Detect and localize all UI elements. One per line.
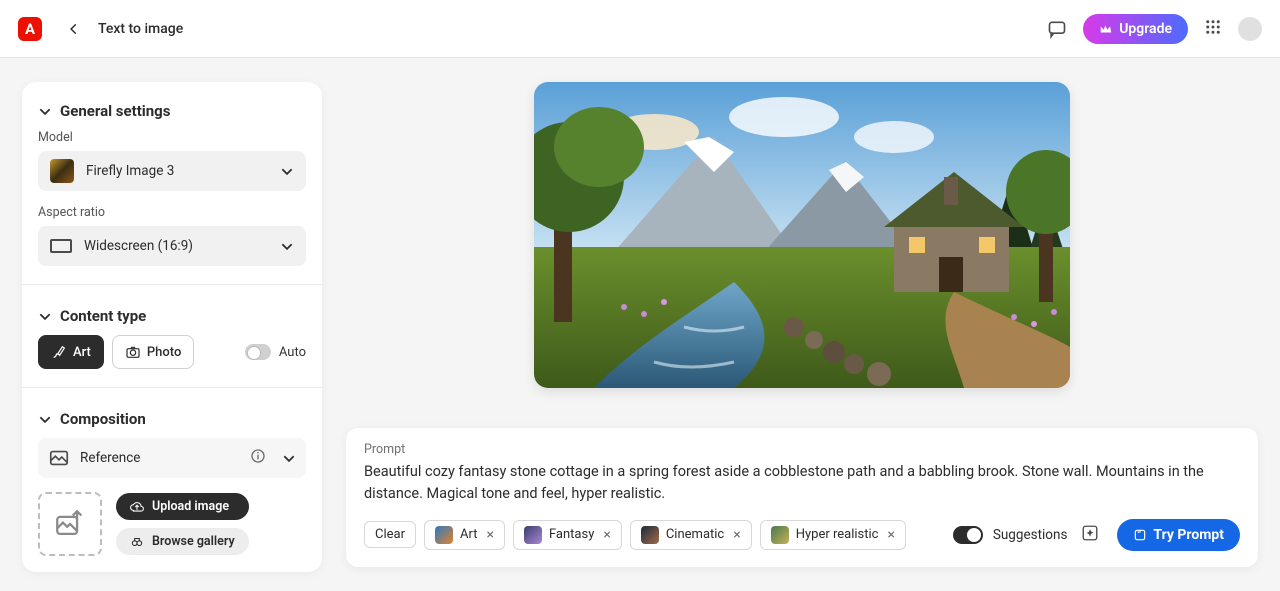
chevron-down-icon — [280, 164, 294, 178]
generated-image[interactable] — [534, 82, 1070, 388]
image-upload-icon — [53, 507, 87, 541]
prompt-label: Prompt — [364, 442, 1240, 457]
close-icon[interactable]: × — [486, 527, 493, 543]
chevron-down-icon — [38, 412, 52, 426]
brush-icon — [51, 344, 67, 360]
photo-chip[interactable]: Photo — [112, 335, 194, 369]
tag-art[interactable]: Art × — [424, 520, 505, 550]
reference-row[interactable]: Reference — [38, 438, 306, 478]
aspect-label: Aspect ratio — [38, 205, 306, 220]
chevron-down-icon — [38, 104, 52, 118]
tag-swatch-icon — [524, 526, 542, 544]
prompt-text[interactable]: Beautiful cozy fantasy stone cottage in … — [364, 461, 1240, 505]
camera-icon — [125, 344, 141, 360]
crown-icon — [1099, 22, 1113, 36]
tag-label: Cinematic — [666, 527, 724, 542]
aspect-select[interactable]: Widescreen (16:9) — [38, 226, 306, 266]
browse-gallery-button[interactable]: Browse gallery — [116, 528, 249, 555]
page-title: Text to image — [98, 21, 183, 37]
close-icon[interactable]: × — [733, 527, 740, 543]
chevron-down-icon — [38, 309, 52, 323]
general-settings-header[interactable]: General settings — [38, 98, 306, 130]
reference-icon — [48, 447, 70, 469]
info-icon — [250, 448, 266, 464]
avatar[interactable] — [1238, 17, 1262, 41]
adobe-logo: A — [18, 17, 42, 41]
tag-label: Art — [460, 527, 477, 542]
clear-label: Clear — [375, 527, 405, 542]
content-type-label: Content type — [60, 307, 146, 325]
back-button[interactable] — [64, 19, 84, 39]
reference-label: Reference — [80, 450, 240, 466]
info-button[interactable] — [250, 448, 266, 468]
apps-grid-button[interactable] — [1204, 18, 1222, 40]
tag-swatch-icon — [771, 526, 789, 544]
close-icon[interactable]: × — [887, 527, 894, 543]
settings-sidebar: General settings Model Firefly Image 3 A… — [22, 82, 322, 572]
suggestions-toggle[interactable] — [953, 526, 983, 544]
main-area: Prompt Beautiful cozy fantasy stone cott… — [346, 82, 1258, 567]
try-prompt-button[interactable]: Try Prompt — [1117, 519, 1240, 551]
browse-gallery-label: Browse gallery — [152, 534, 235, 549]
auto-toggle[interactable] — [245, 344, 271, 360]
binoculars-icon — [130, 535, 144, 549]
tag-cinematic[interactable]: Cinematic × — [630, 520, 752, 550]
chevron-left-icon — [67, 22, 81, 36]
content-type-header[interactable]: Content type — [38, 303, 306, 335]
tag-label: Hyper realistic — [796, 527, 879, 542]
apps-grid-icon — [1204, 18, 1222, 36]
app-header: A Text to image Upgrade — [0, 0, 1280, 58]
upgrade-button[interactable]: Upgrade — [1083, 14, 1188, 44]
comments-button[interactable] — [1041, 13, 1073, 45]
sparkle-box-icon — [1081, 524, 1099, 542]
upload-image-button[interactable]: Upload image — [116, 493, 249, 520]
auto-label: Auto — [279, 345, 306, 360]
generate-icon — [1133, 528, 1147, 542]
suggestions-label: Suggestions — [993, 527, 1068, 543]
enhance-prompt-button[interactable] — [1081, 524, 1099, 546]
composition-header[interactable]: Composition — [38, 406, 306, 438]
chevron-down-icon — [280, 239, 294, 253]
art-chip-label: Art — [73, 345, 91, 360]
composition-label: Composition — [60, 410, 146, 428]
chevron-down-icon — [282, 451, 296, 465]
prompt-panel: Prompt Beautiful cozy fantasy stone cott… — [346, 428, 1258, 567]
upgrade-label: Upgrade — [1119, 21, 1172, 37]
tag-swatch-icon — [641, 526, 659, 544]
chat-bubble-icon — [1047, 19, 1067, 39]
model-label: Model — [38, 130, 306, 145]
widescreen-icon — [50, 239, 72, 253]
upload-dropzone[interactable] — [38, 492, 102, 556]
try-prompt-label: Try Prompt — [1153, 527, 1224, 543]
model-value: Firefly Image 3 — [86, 163, 268, 179]
model-thumb-icon — [50, 159, 74, 183]
photo-chip-label: Photo — [147, 345, 181, 360]
artwork-icon — [534, 82, 1070, 388]
aspect-value: Widescreen (16:9) — [84, 238, 268, 254]
tag-swatch-icon — [435, 526, 453, 544]
upload-image-label: Upload image — [152, 499, 229, 514]
tag-label: Fantasy — [549, 527, 594, 542]
art-chip[interactable]: Art — [38, 335, 104, 369]
general-settings-label: General settings — [60, 102, 170, 120]
clear-button[interactable]: Clear — [364, 521, 416, 548]
tag-hyper-realistic[interactable]: Hyper realistic × — [760, 520, 906, 550]
cloud-upload-icon — [130, 500, 144, 514]
model-select[interactable]: Firefly Image 3 — [38, 151, 306, 191]
close-icon[interactable]: × — [603, 527, 610, 543]
tag-fantasy[interactable]: Fantasy × — [513, 520, 622, 550]
